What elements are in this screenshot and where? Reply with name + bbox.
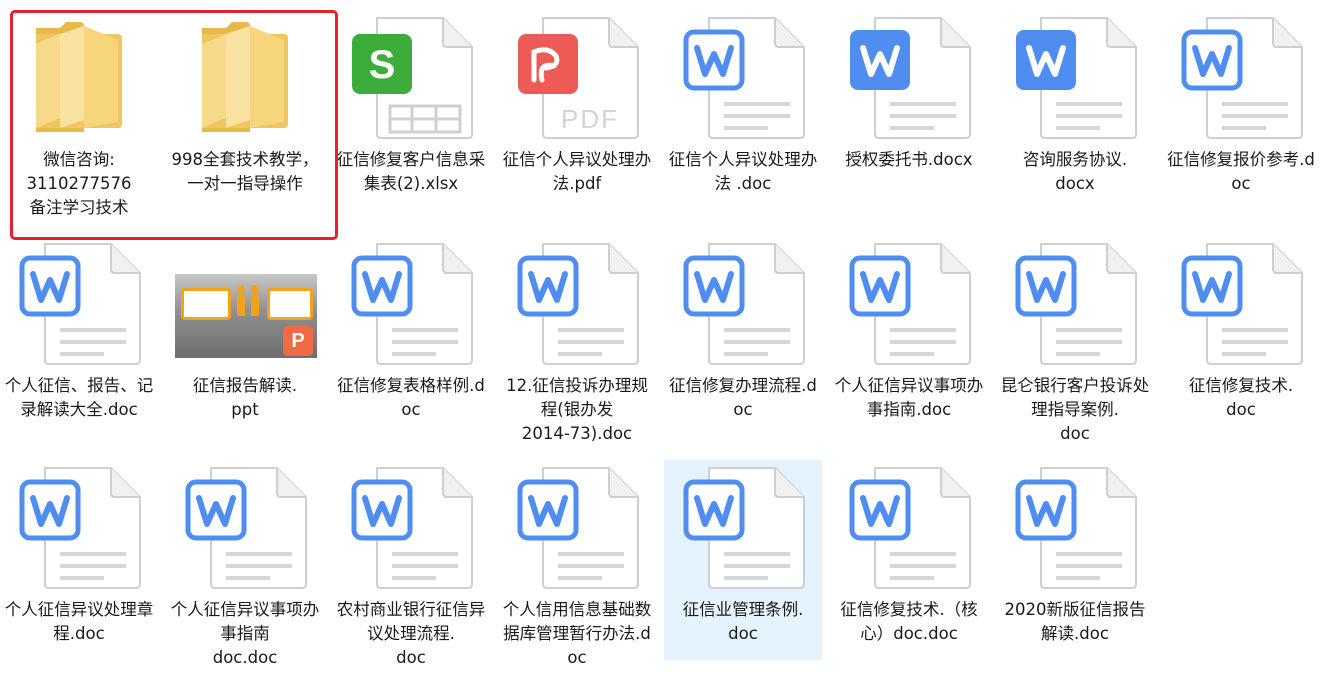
file-name-label: 征信报告解读. ppt bbox=[192, 376, 298, 419]
file-grid: 微信咨询: 3110277576 备注学习技术 998全套技术教学，一对一指导操… bbox=[0, 0, 1328, 698]
file-name-label: 个人征信异议事项办事指南 doc.doc bbox=[170, 600, 320, 667]
svg-text:S: S bbox=[369, 43, 396, 87]
file-item[interactable]: 征信修复表格样例.doc bbox=[332, 236, 490, 422]
file-name-label: 个人征信、报告、记录解读大全.doc bbox=[4, 376, 154, 419]
folder-icon bbox=[0, 10, 158, 144]
word-file-icon bbox=[1162, 236, 1320, 370]
word-file-icon bbox=[166, 460, 324, 594]
word-file-icon bbox=[0, 236, 158, 370]
file-name-label: 征信修复办理流程.doc bbox=[669, 376, 817, 419]
excel-file-icon: S bbox=[332, 10, 490, 144]
file-name-label: 2020新版征信报告解读.doc bbox=[1004, 600, 1146, 643]
word-file-icon bbox=[0, 460, 158, 594]
file-item[interactable]: 微信咨询: 3110277576 备注学习技术 bbox=[0, 10, 158, 220]
file-name-label: 个人征信异议处理章程.doc bbox=[4, 600, 154, 643]
file-item[interactable]: 998全套技术教学，一对一指导操作 bbox=[166, 10, 324, 196]
word-file-icon bbox=[996, 10, 1154, 144]
file-name-label: 12.征信投诉办理规程(银办发 2014-73).doc bbox=[506, 376, 648, 443]
file-name-label: 微信咨询: 3110277576 备注学习技术 bbox=[26, 150, 132, 217]
ppt-thumbnail: P bbox=[175, 274, 317, 358]
file-name-label: 征信修复报价参考.doc bbox=[1167, 150, 1315, 193]
file-name-label: 征信业管理条例. doc bbox=[682, 600, 804, 643]
file-item[interactable]: 咨询服务协议. docx bbox=[996, 10, 1154, 196]
file-item[interactable]: 个人征信异议处理章程.doc bbox=[0, 460, 158, 646]
word-file-icon bbox=[332, 236, 490, 370]
file-name-label: 昆仑银行客户投诉处理指导案例. doc bbox=[1000, 376, 1150, 443]
file-item[interactable]: 征信修复办理流程.doc bbox=[664, 236, 822, 422]
ppt-file-icon: P bbox=[166, 236, 324, 370]
file-item[interactable]: 征信修复技术.（核心）doc.doc bbox=[830, 460, 988, 646]
word-file-icon bbox=[830, 460, 988, 594]
file-item[interactable]: 2020新版征信报告解读.doc bbox=[996, 460, 1154, 646]
word-file-icon bbox=[498, 460, 656, 594]
svg-text:PDF: PDF bbox=[561, 104, 619, 134]
word-file-icon bbox=[830, 10, 988, 144]
file-name-label: 征信修复技术.（核心）doc.doc bbox=[840, 600, 978, 643]
file-name-label: 征信修复客户信息采集表(2).xlsx bbox=[336, 150, 486, 193]
ppt-badge-icon: P bbox=[283, 326, 313, 356]
file-name-label: 征信个人异议处理办法 .doc bbox=[668, 150, 818, 193]
file-item[interactable]: 个人征信异议事项办事指南 doc.doc bbox=[166, 460, 324, 670]
file-item[interactable]: 个人征信异议事项办事指南.doc bbox=[830, 236, 988, 422]
file-item[interactable]: 个人信用信息基础数据库管理暂行办法.doc bbox=[498, 460, 656, 670]
file-name-label: 征信个人异议处理办法.pdf bbox=[502, 150, 652, 193]
file-item[interactable]: 个人征信、报告、记录解读大全.doc bbox=[0, 236, 158, 422]
word-file-icon bbox=[498, 236, 656, 370]
folder-icon bbox=[166, 10, 324, 144]
file-name-label: 个人信用信息基础数据库管理暂行办法.doc bbox=[502, 600, 652, 667]
file-item[interactable]: 昆仑银行客户投诉处理指导案例. doc bbox=[996, 236, 1154, 446]
file-item[interactable]: S 征信修复客户信息采集表(2).xlsx bbox=[332, 10, 490, 196]
file-name-label: 咨询服务协议. docx bbox=[1022, 150, 1128, 193]
file-name-label: 个人征信异议事项办事指南.doc bbox=[834, 376, 984, 419]
word-file-icon bbox=[996, 460, 1154, 594]
file-item[interactable]: PDF 征信个人异议处理办法.pdf bbox=[498, 10, 656, 196]
file-item[interactable]: 授权委托书.docx bbox=[830, 10, 988, 172]
file-name-label: 998全套技术教学，一对一指导操作 bbox=[171, 150, 319, 193]
word-file-icon bbox=[1162, 10, 1320, 144]
file-item[interactable]: 征信修复技术. doc bbox=[1162, 236, 1320, 422]
word-file-icon bbox=[830, 236, 988, 370]
file-item[interactable]: 征信个人异议处理办法 .doc bbox=[664, 10, 822, 196]
word-file-icon bbox=[664, 10, 822, 144]
file-item[interactable]: 12.征信投诉办理规程(银办发 2014-73).doc bbox=[498, 236, 656, 446]
word-file-icon bbox=[664, 460, 822, 594]
file-name-label: 征信修复表格样例.doc bbox=[337, 376, 485, 419]
word-file-icon bbox=[664, 236, 822, 370]
file-item[interactable]: 征信业管理条例. doc bbox=[664, 460, 822, 660]
file-name-label: 农村商业银行征信异议处理流程. doc bbox=[336, 600, 486, 667]
pdf-file-icon: PDF bbox=[498, 10, 656, 144]
file-name-label: 授权委托书.docx bbox=[845, 150, 973, 169]
word-file-icon bbox=[996, 236, 1154, 370]
word-file-icon bbox=[332, 460, 490, 594]
file-name-label: 征信修复技术. doc bbox=[1188, 376, 1294, 419]
file-item[interactable]: 征信修复报价参考.doc bbox=[1162, 10, 1320, 196]
file-item[interactable]: 农村商业银行征信异议处理流程. doc bbox=[332, 460, 490, 670]
file-item[interactable]: P 征信报告解读. ppt bbox=[166, 236, 324, 422]
